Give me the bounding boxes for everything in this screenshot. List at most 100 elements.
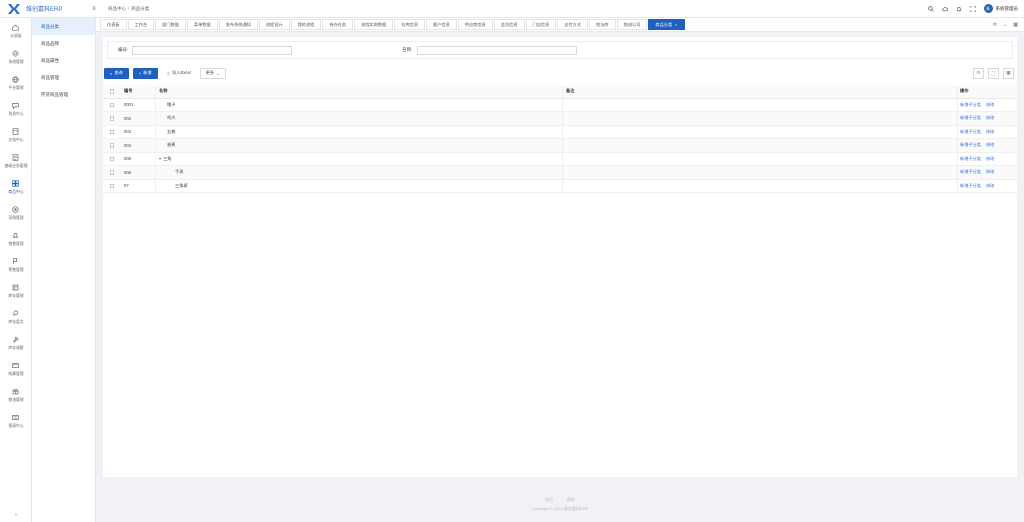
tab[interactable]: 商品分类 × bbox=[648, 19, 685, 30]
row-checkbox[interactable] bbox=[109, 170, 115, 175]
chevron-down-icon[interactable]: ⌄ bbox=[1003, 22, 1007, 28]
tab[interactable]: 支付方式 bbox=[557, 19, 589, 30]
tab[interactable]: 流程设计 bbox=[258, 19, 290, 30]
add-child-link[interactable]: 新增子分类 bbox=[960, 129, 981, 135]
fullscreen-icon[interactable] bbox=[969, 5, 976, 12]
row-checkbox[interactable] bbox=[109, 156, 115, 161]
cloud-icon[interactable] bbox=[941, 6, 948, 12]
tab[interactable]: 客户信息 bbox=[426, 19, 457, 30]
app-logo[interactable]: 维创嘉科ERP bbox=[0, 3, 96, 14]
row-checkbox[interactable] bbox=[109, 102, 115, 107]
submenu-item[interactable]: 商品品牌 bbox=[32, 35, 95, 52]
cart-icon bbox=[12, 205, 19, 213]
table-row[interactable]: 005 ▾ 三角 新增子分类 修改 bbox=[103, 152, 1017, 166]
submenu-item[interactable]: 商品属性 bbox=[32, 52, 95, 69]
nav-item[interactable]: 商品中心 bbox=[0, 174, 31, 200]
tab[interactable]: 流程实例数据 bbox=[354, 19, 394, 30]
add-child-link[interactable]: 新增子分类 bbox=[960, 156, 981, 162]
add-child-link[interactable]: 新增子分类 bbox=[960, 102, 981, 108]
nav-item[interactable]: 仪表板 bbox=[0, 18, 31, 44]
nav-item[interactable]: 文档中心 bbox=[0, 122, 31, 148]
footer-link[interactable]: 首页 bbox=[545, 497, 553, 503]
footer-link[interactable]: 帮助 bbox=[567, 497, 575, 503]
tab[interactable]: 物流公司 bbox=[616, 19, 648, 30]
code-input[interactable] bbox=[132, 45, 293, 55]
tab[interactable]: 工作台 bbox=[127, 19, 155, 30]
tab[interactable]: 菜单数据 bbox=[186, 19, 218, 30]
refresh-icon[interactable]: ⟳ bbox=[993, 22, 997, 28]
nav-item[interactable]: 平台管理 bbox=[0, 70, 31, 96]
query-button[interactable]: ⌕ 查询 bbox=[104, 67, 129, 79]
nav-item[interactable]: 报表中心 bbox=[0, 408, 31, 434]
submenu-item[interactable]: 商品分类 bbox=[32, 18, 95, 35]
submenu-item[interactable]: 存货商品管理 bbox=[32, 86, 95, 103]
columns-icon[interactable]: ▦ bbox=[1003, 67, 1014, 79]
tab[interactable]: 部门数据 bbox=[155, 19, 186, 30]
tab[interactable]: 待办任务 bbox=[322, 19, 354, 30]
nav-item[interactable]: 基础业务管理 bbox=[0, 148, 31, 174]
nav-item[interactable]: 库存调整 bbox=[0, 330, 31, 356]
tab-list: 仪表板 工作台 部门数据 菜单数据 发布系统通知 流程设计 我的流程 待办任务 流程实例数据 仓库… bbox=[100, 19, 685, 30]
tab[interactable]: 地址库 bbox=[589, 19, 616, 30]
tab[interactable]: 发布系统通知 bbox=[218, 19, 258, 30]
refresh-icon[interactable]: ⟳ bbox=[973, 67, 984, 79]
tab[interactable]: 会员信息 bbox=[493, 19, 525, 30]
nav-item[interactable]: 系统管理 bbox=[0, 44, 31, 70]
table-row[interactable]: 006 手表 新增子分类 修改 bbox=[103, 166, 1017, 180]
bell-icon[interactable] bbox=[956, 6, 962, 12]
nav-item[interactable]: 库存盘点 bbox=[0, 304, 31, 330]
name-label: 名称: bbox=[402, 47, 413, 52]
name-input[interactable] bbox=[416, 45, 577, 55]
row-checkbox[interactable] bbox=[109, 143, 115, 148]
nav-item[interactable]: 销售管理 bbox=[0, 226, 31, 252]
select-all-checkbox[interactable] bbox=[109, 89, 115, 94]
nav-item[interactable]: 零售管理 bbox=[0, 252, 31, 278]
tab[interactable]: 门店信息 bbox=[525, 19, 557, 30]
search-icon[interactable] bbox=[927, 5, 934, 12]
close-icon[interactable]: × bbox=[675, 22, 677, 27]
add-child-link[interactable]: 新增子分类 bbox=[960, 169, 981, 175]
tab[interactable]: 供应商信息 bbox=[457, 19, 493, 30]
import-excel-button[interactable]: ⇩ 导入Excel bbox=[161, 67, 196, 79]
column-header-name[interactable]: 名称 bbox=[155, 85, 562, 98]
row-checkbox[interactable] bbox=[109, 129, 115, 134]
user-menu[interactable]: 系 系统管理员 bbox=[983, 4, 1018, 13]
edit-link[interactable]: 修改 bbox=[986, 129, 994, 135]
table-row[interactable]: 0001 帽子 新增子分类 修改 bbox=[103, 98, 1017, 112]
submenu-item[interactable]: 商品管理 bbox=[32, 69, 95, 86]
add-button[interactable]: + 新增 bbox=[132, 67, 158, 79]
tab[interactable]: 仪表板 bbox=[100, 19, 127, 30]
add-child-link[interactable]: 新增子分类 bbox=[960, 142, 981, 148]
edit-link[interactable]: 修改 bbox=[986, 156, 994, 162]
column-header-remark[interactable]: 备注 bbox=[562, 85, 957, 98]
edit-link[interactable]: 修改 bbox=[986, 183, 994, 189]
nav-item[interactable]: 结算管理 bbox=[0, 356, 31, 382]
add-child-link[interactable]: 新增子分类 bbox=[960, 115, 981, 121]
more-dropdown[interactable]: 更多 ⌄ bbox=[199, 67, 226, 79]
row-checkbox[interactable] bbox=[109, 116, 115, 121]
nav-item[interactable]: 采购管理 bbox=[0, 200, 31, 226]
table-row[interactable]: 002 鸡爪 新增子分类 修改 bbox=[103, 112, 1017, 126]
tab-menu-icon[interactable]: ▦ bbox=[1013, 22, 1018, 28]
edit-link[interactable]: 修改 bbox=[986, 142, 994, 148]
tab-label: 地址库 bbox=[596, 21, 609, 27]
edit-link[interactable]: 修改 bbox=[986, 169, 994, 175]
breadcrumb-item[interactable]: 商品中心 bbox=[108, 6, 126, 12]
edit-link[interactable]: 修改 bbox=[986, 115, 994, 121]
edit-link[interactable]: 修改 bbox=[986, 102, 994, 108]
table-row[interactable]: 07 三角裤 新增子分类 修改 bbox=[103, 179, 1017, 193]
tab[interactable]: 我的流程 bbox=[290, 19, 322, 30]
fullscreen-icon[interactable]: ⛶ bbox=[988, 67, 999, 79]
nav-item[interactable]: 消息中心 bbox=[0, 96, 31, 122]
row-checkbox[interactable] bbox=[109, 183, 115, 188]
nav-item[interactable]: 库存管理 bbox=[0, 278, 31, 304]
table-row[interactable]: 004 香蕉 新增子分类 修改 bbox=[103, 139, 1017, 153]
table-row[interactable]: 003 五粮 新增子分类 修改 bbox=[103, 125, 1017, 139]
collapse-sidebar-icon[interactable]: » bbox=[0, 512, 32, 518]
tab[interactable]: 仓库信息 bbox=[394, 19, 426, 30]
column-header-code[interactable]: 编号 bbox=[121, 88, 155, 94]
chevron-down-icon[interactable]: ▾ bbox=[159, 156, 161, 161]
nav-item[interactable]: 物流管理 bbox=[0, 382, 31, 408]
collapse-menu-icon[interactable]: ≡ bbox=[90, 6, 98, 12]
add-child-link[interactable]: 新增子分类 bbox=[960, 183, 981, 189]
